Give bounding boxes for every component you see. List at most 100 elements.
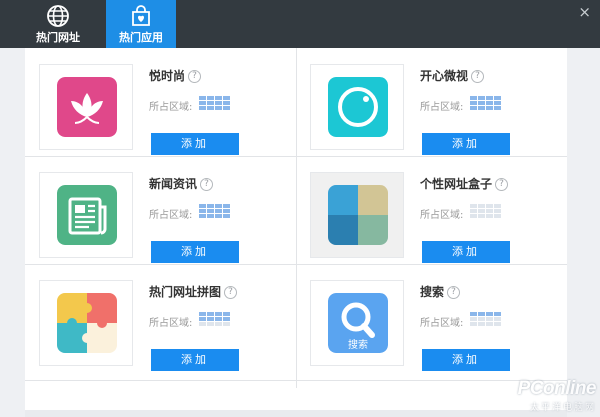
region-cell xyxy=(199,214,206,218)
region-cell xyxy=(215,106,222,110)
camera-lens-icon xyxy=(328,77,388,137)
region-cell xyxy=(486,101,493,105)
region-cell xyxy=(470,214,477,218)
help-icon[interactable]: ? xyxy=(447,286,461,299)
app-grid: 悦时尚? 所占区域: 添加 开心微视? 所占区域: 添加 新闻资讯 ? 所占区域… xyxy=(25,48,567,417)
region-cell xyxy=(223,317,230,321)
close-button[interactable]: × xyxy=(578,3,591,21)
region-cell xyxy=(207,209,214,213)
region-cell xyxy=(199,312,206,316)
add-button[interactable]: 添加 xyxy=(422,349,510,371)
watermark-main: PConline xyxy=(517,378,597,399)
region-label: 所占区域: xyxy=(149,318,193,329)
region-cell xyxy=(207,101,214,105)
region-cell xyxy=(207,322,214,326)
region-cell xyxy=(199,317,206,321)
region-cell xyxy=(215,96,222,100)
region-cell xyxy=(478,96,485,100)
region-cell xyxy=(223,214,230,218)
region-cell xyxy=(223,312,230,316)
search-icon: 搜索 xyxy=(328,293,388,353)
app-icon-frame xyxy=(310,64,404,150)
region-cell xyxy=(207,317,214,321)
region-cell xyxy=(215,322,222,326)
region-cell xyxy=(478,106,485,110)
region-cell xyxy=(478,322,485,326)
newspaper-icon xyxy=(57,185,117,245)
add-button[interactable]: 添加 xyxy=(422,241,510,263)
region-cell xyxy=(223,209,230,213)
search-icon-caption: 搜索 xyxy=(348,338,368,351)
region-cell xyxy=(223,96,230,100)
region-cell xyxy=(223,106,230,110)
region-cell xyxy=(207,204,214,208)
region-cell xyxy=(223,204,230,208)
add-button[interactable]: 添加 xyxy=(151,349,239,371)
app-icon-frame xyxy=(310,172,404,258)
region-cell xyxy=(215,209,222,213)
region-cell xyxy=(486,96,493,100)
region-cell xyxy=(470,204,477,208)
row-divider xyxy=(25,380,567,381)
region-cell xyxy=(486,312,493,316)
help-icon[interactable]: ? xyxy=(224,286,238,299)
region-label: 所占区域: xyxy=(149,102,193,113)
lotus-icon xyxy=(57,77,117,137)
tab-hot-sites[interactable]: 热门网址 xyxy=(24,0,92,48)
app-card-xinwenzixun: 新闻资讯? 所占区域: 添加 xyxy=(25,164,296,272)
region-cell xyxy=(478,209,485,213)
region-cell xyxy=(207,106,214,110)
region-grid xyxy=(470,204,501,218)
region-cell xyxy=(470,209,477,213)
region-label: 所占区域: xyxy=(420,102,464,113)
help-icon[interactable]: ? xyxy=(200,178,214,191)
region-cell xyxy=(215,204,222,208)
app-icon-frame xyxy=(39,64,133,150)
region-cell xyxy=(470,106,477,110)
left-gutter xyxy=(0,48,25,417)
region-cell xyxy=(199,322,206,326)
help-icon[interactable]: ? xyxy=(495,178,509,191)
region-grid xyxy=(470,96,501,110)
region-cell xyxy=(478,204,485,208)
region-grid xyxy=(199,312,230,326)
app-card-yueshishang: 悦时尚? 所占区域: 添加 xyxy=(25,56,296,164)
region-cell xyxy=(486,322,493,326)
region-cell xyxy=(486,204,493,208)
app-name: 悦时尚? xyxy=(149,67,202,84)
region-cell xyxy=(470,96,477,100)
region-cell xyxy=(494,96,501,100)
region-cell xyxy=(494,204,501,208)
region-cell xyxy=(494,214,501,218)
add-button[interactable]: 添加 xyxy=(151,241,239,263)
app-name: 搜索? xyxy=(420,283,461,300)
region-cell xyxy=(470,322,477,326)
tab-label: 热门网址 xyxy=(36,31,80,44)
add-button[interactable]: 添加 xyxy=(422,133,510,155)
region-label: 所占区域: xyxy=(420,210,464,221)
tab-hot-apps[interactable]: 热门应用 xyxy=(106,0,176,48)
region-cell xyxy=(478,101,485,105)
region-cell xyxy=(494,312,501,316)
region-cell xyxy=(207,214,214,218)
region-cell xyxy=(223,322,230,326)
region-cell xyxy=(470,317,477,321)
watermark: PConline 太平洋电脑网 xyxy=(517,378,597,413)
app-name: 新闻资讯? xyxy=(149,175,214,192)
add-button[interactable]: 添加 xyxy=(151,133,239,155)
app-icon-frame: 搜索 xyxy=(310,280,404,366)
url-box-tiles-icon xyxy=(328,185,388,245)
bottom-strip xyxy=(25,410,567,417)
region-cell xyxy=(486,317,493,321)
right-gutter xyxy=(567,48,600,417)
help-icon[interactable]: ? xyxy=(188,70,202,83)
region-cell xyxy=(478,317,485,321)
app-name: 个性网址盒子? xyxy=(420,175,509,192)
region-cell xyxy=(215,312,222,316)
region-cell xyxy=(486,214,493,218)
region-cell xyxy=(478,214,485,218)
region-cell xyxy=(215,214,222,218)
region-grid xyxy=(470,312,501,326)
help-icon[interactable]: ? xyxy=(471,70,485,83)
region-cell xyxy=(470,101,477,105)
